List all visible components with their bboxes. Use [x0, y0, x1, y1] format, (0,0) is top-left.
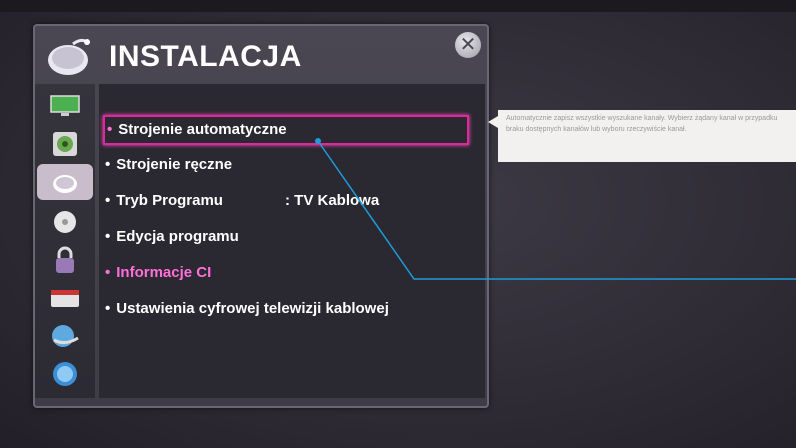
- bullet: •: [105, 156, 111, 173]
- network-icon: [52, 325, 79, 347]
- menu-item-program-edit[interactable]: • Edycja programu: [105, 223, 239, 251]
- lock-icon: [56, 246, 74, 273]
- sidebar-item-option[interactable]: [43, 280, 87, 316]
- sidebar-item-network[interactable]: [43, 318, 87, 354]
- bullet: •: [105, 300, 111, 317]
- clock-icon: [54, 211, 76, 233]
- tooltip-text: Automatycznie zapisz wszystkie wyszukane…: [506, 115, 778, 133]
- sidebar-item-sound[interactable]: [43, 126, 87, 162]
- bullet: •: [107, 121, 113, 138]
- window-title: INSTALACJA: [109, 40, 302, 73]
- menu-item-label: Informacje CI: [116, 264, 212, 281]
- menu-item-label: Strojenie automatyczne: [118, 121, 287, 138]
- menu-item-program-mode[interactable]: • Tryb Programu : TV Kablowa: [105, 187, 475, 215]
- menu-item-label: Ustawienia cyfrowej telewizji kablowej: [116, 300, 389, 317]
- menu-item-manual-tuning[interactable]: • Strojenie ręczne: [105, 151, 232, 179]
- menu-item-label: Strojenie ręczne: [116, 156, 233, 173]
- installation-window: INSTALACJA ✕ • Strojenie automatyczne • …: [33, 24, 489, 408]
- category-sidebar: [35, 84, 95, 398]
- menu-item-label: Tryb Programu: [116, 192, 223, 209]
- bullet: •: [105, 228, 111, 245]
- program-mode-value: : TV Kablowa: [285, 192, 380, 209]
- sidebar-item-time[interactable]: [43, 204, 87, 240]
- sidebar-item-setup[interactable]: [37, 164, 93, 200]
- sidebar-item-picture[interactable]: [43, 88, 87, 124]
- menu-item-auto-tuning[interactable]: • Strojenie automatyczne: [103, 115, 469, 145]
- help-icon: [53, 362, 77, 386]
- satellite-dish-icon: [48, 38, 90, 75]
- menu-item-ci-info[interactable]: • Informacje CI: [105, 259, 211, 287]
- sidebar-item-support[interactable]: [43, 356, 87, 392]
- help-tooltip: Automatycznie zapisz wszystkie wyszukane…: [488, 110, 796, 162]
- keyboard-icon: [51, 290, 79, 307]
- close-button[interactable]: ✕: [455, 32, 481, 58]
- menu-item-digital-cable-settings[interactable]: • Ustawienia cyfrowej telewizji kablowej: [105, 295, 389, 323]
- tv-screen-icon: [50, 95, 80, 116]
- satellite-dish-icon: [53, 175, 77, 193]
- menu-item-label: Edycja programu: [116, 228, 239, 245]
- window-header: INSTALACJA ✕: [35, 26, 487, 84]
- bullet: •: [105, 264, 111, 281]
- sidebar-item-lock[interactable]: [43, 242, 87, 278]
- screen-top-border: [0, 0, 796, 12]
- menu-list: • Strojenie automatyczne • Strojenie ręczn…: [99, 84, 485, 398]
- speaker-icon: [53, 132, 77, 156]
- bullet: •: [105, 192, 111, 209]
